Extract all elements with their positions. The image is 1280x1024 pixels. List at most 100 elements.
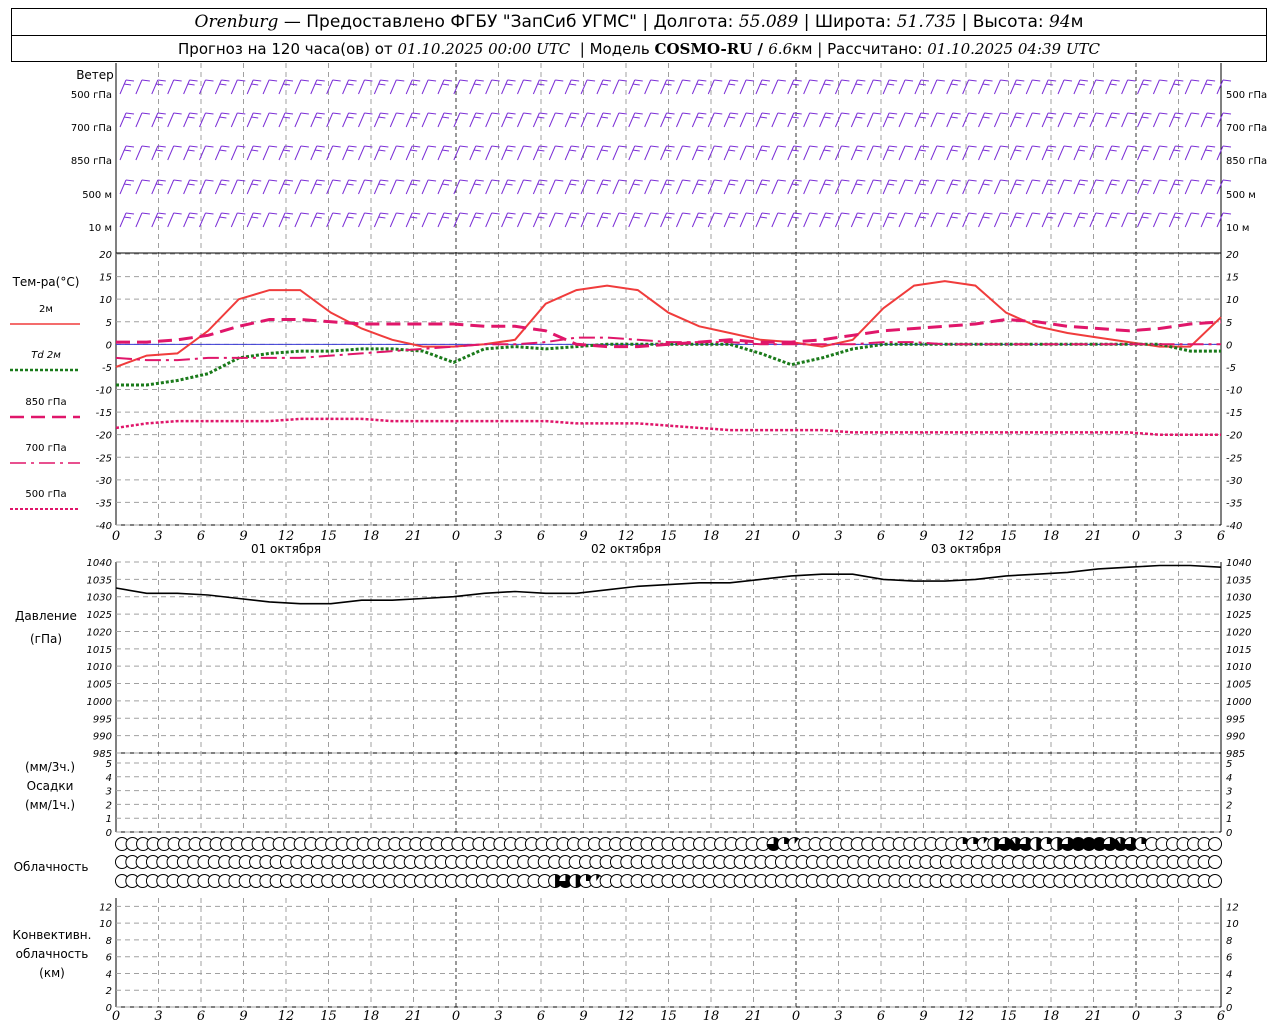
wind-barb-flag: [189, 79, 198, 82]
wind-barb-flag: [745, 79, 755, 82]
wind-barb-flag: [491, 212, 500, 215]
wind-barb-flag: [825, 212, 834, 215]
wind-barb-flag: [459, 145, 468, 148]
wind-barb-flag: [348, 212, 357, 215]
wind-barb-flag: [1032, 145, 1041, 148]
precip-unit-3h: (мм/3ч.): [24, 760, 76, 774]
wind-barb-stem: [1184, 112, 1192, 128]
wind-barb: [469, 79, 484, 95]
wind-barb-flag: [205, 112, 214, 115]
wind-barb: [946, 145, 961, 161]
wind-barb: [469, 212, 484, 228]
wind-barb: [596, 212, 612, 228]
wind-barb-flag: [443, 212, 453, 215]
wind-barb-flag: [618, 112, 627, 115]
wind-barb: [866, 79, 882, 95]
wind-barb-flag: [380, 79, 389, 82]
wind-barb-stem: [342, 212, 350, 228]
wind-barb-stem: [1200, 79, 1208, 95]
pressure-tick-left: 995: [93, 714, 112, 725]
time-tick-label: 15: [660, 1009, 677, 1024]
wind-barb-stem: [294, 212, 302, 228]
wind-barb: [485, 179, 500, 195]
wind-barb-flag: [823, 183, 831, 186]
wind-barb-stem: [1168, 79, 1176, 95]
wind-barb: [660, 79, 675, 95]
wind-barb: [469, 179, 484, 195]
conv-tick-left: 10: [99, 919, 112, 930]
wind-barb: [167, 212, 182, 228]
wind-barb-flag: [1077, 149, 1085, 152]
wind-barb-stem: [771, 79, 779, 95]
wind-barb: [262, 179, 278, 195]
wind-barb-stem: [326, 112, 334, 128]
wind-barb-stem: [644, 145, 652, 161]
wind-barb: [1137, 145, 1152, 161]
wind-barb: [294, 145, 309, 161]
wind-barb-flag: [809, 145, 818, 148]
wind-barb-flag: [600, 83, 609, 86]
wind-barb: [548, 179, 564, 195]
wind-barb-flag: [791, 216, 799, 219]
wind-barb-stem: [532, 112, 540, 128]
wind-barb-flag: [1032, 212, 1041, 215]
wind-barb: [1009, 112, 1025, 128]
time-tick-label: 18: [363, 529, 380, 544]
wind-barb-flag: [887, 216, 895, 219]
wind-barb-stem: [1200, 212, 1208, 228]
wind-barb-stem: [119, 145, 127, 161]
wind-barb: [119, 145, 135, 161]
wind-barb-stem: [660, 212, 668, 228]
time-tick-label: 21: [404, 1009, 422, 1024]
wind-barb: [389, 112, 405, 128]
wind-barb-flag: [777, 179, 786, 182]
wind-barb-flag: [300, 112, 309, 115]
wind-barb-flag: [491, 79, 500, 82]
wind-barb-flag: [1111, 79, 1120, 82]
pressure-tick-left: 1030: [87, 593, 112, 604]
wind-barb: [787, 79, 802, 95]
wind-barb-stem: [517, 79, 524, 95]
wind-barb-flag: [1143, 212, 1152, 215]
time-tick-label: 0: [112, 529, 120, 544]
wind-barb-flag: [730, 112, 739, 115]
wind-barb: [183, 212, 198, 228]
wind-barb-flag: [219, 183, 227, 186]
wind-barb-stem: [1073, 79, 1081, 95]
wind-barb-flag: [1175, 212, 1184, 215]
wind-barb: [373, 79, 389, 95]
wind-barb-stem: [1200, 112, 1208, 128]
wind-barb-flag: [745, 212, 755, 215]
wind-barb-stem: [453, 179, 461, 195]
wind-barb: [262, 212, 278, 228]
wind-barb: [294, 79, 309, 95]
wind-barb-stem: [167, 212, 175, 228]
wind-barb-flag: [791, 83, 799, 86]
wind-barb-flag: [459, 179, 468, 182]
wind-barb-flag: [141, 212, 150, 215]
wind-barb-flag: [221, 112, 230, 115]
wind-barb: [469, 145, 484, 161]
wind-barb: [358, 212, 373, 228]
wind-barb-flag: [650, 212, 659, 215]
pressure-tick-left: 990: [93, 732, 112, 743]
temp-tick-right: -35: [1226, 498, 1242, 509]
wind-barb-flag: [1141, 116, 1149, 119]
wind-barb: [660, 145, 675, 161]
wind-barb-flag: [316, 179, 325, 182]
wind-barb-flag: [155, 149, 163, 152]
precip-label: Осадки: [26, 779, 74, 793]
wind-barb-flag: [1207, 112, 1216, 115]
wind-barb-stem: [1168, 145, 1176, 161]
wind-barb: [660, 212, 675, 228]
time-tick-label: 0: [792, 1009, 800, 1024]
wind-barb-flag: [682, 79, 691, 82]
wind-barb-stem: [739, 179, 747, 195]
wind-barb-flag: [346, 216, 354, 219]
wind-barb: [755, 112, 771, 128]
wind-barb-flag: [396, 112, 405, 115]
wind-barb: [1057, 79, 1073, 95]
wind-barb-flag: [1046, 83, 1054, 86]
wind-barb-stem: [978, 145, 985, 161]
wind-barb-stem: [914, 79, 922, 95]
